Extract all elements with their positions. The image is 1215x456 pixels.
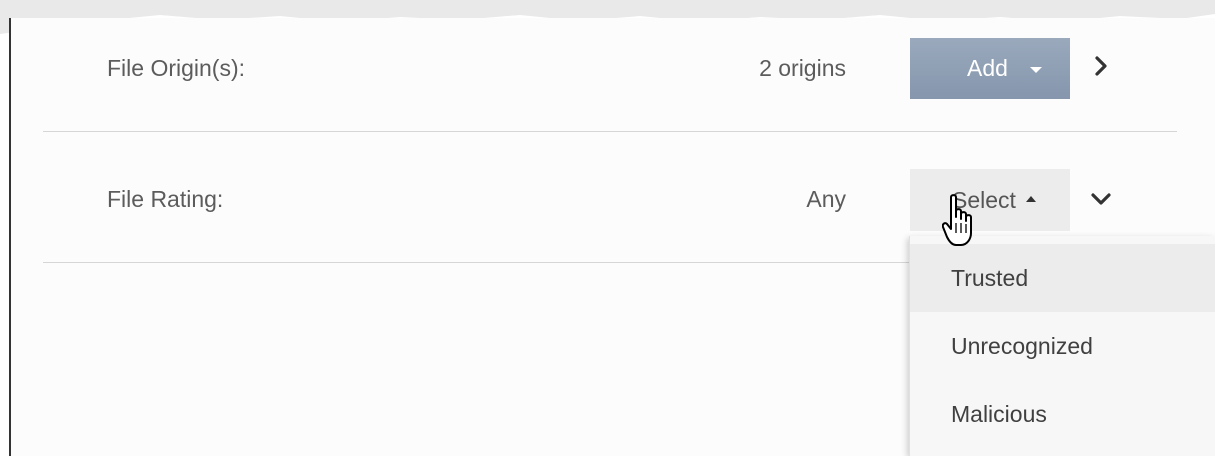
row-divider (43, 262, 909, 263)
file-rating-value: Any (806, 186, 846, 212)
add-button-label: Add (967, 55, 1008, 81)
caret-down-icon (1029, 66, 1042, 73)
add-origin-button[interactable]: Add (910, 38, 1070, 99)
file-rating-label: File Rating: (107, 186, 224, 212)
dropdown-item-malicious[interactable]: Malicious (910, 380, 1215, 448)
row-divider (43, 131, 1177, 132)
caret-up-icon (1025, 195, 1036, 202)
rating-dropdown-menu: Trusted Unrecognized Malicious (909, 236, 1215, 456)
chevron-down-icon[interactable] (1086, 187, 1116, 211)
dropdown-item-unrecognized[interactable]: Unrecognized (910, 312, 1215, 380)
chevron-right-icon[interactable] (1088, 52, 1114, 80)
hand-pointer-icon (942, 194, 972, 246)
dropdown-item-trusted[interactable]: Trusted (910, 244, 1215, 312)
file-origins-label: File Origin(s): (107, 55, 246, 81)
file-origins-value: 2 origins (759, 55, 846, 81)
select-rating-button[interactable]: Select (910, 169, 1070, 231)
